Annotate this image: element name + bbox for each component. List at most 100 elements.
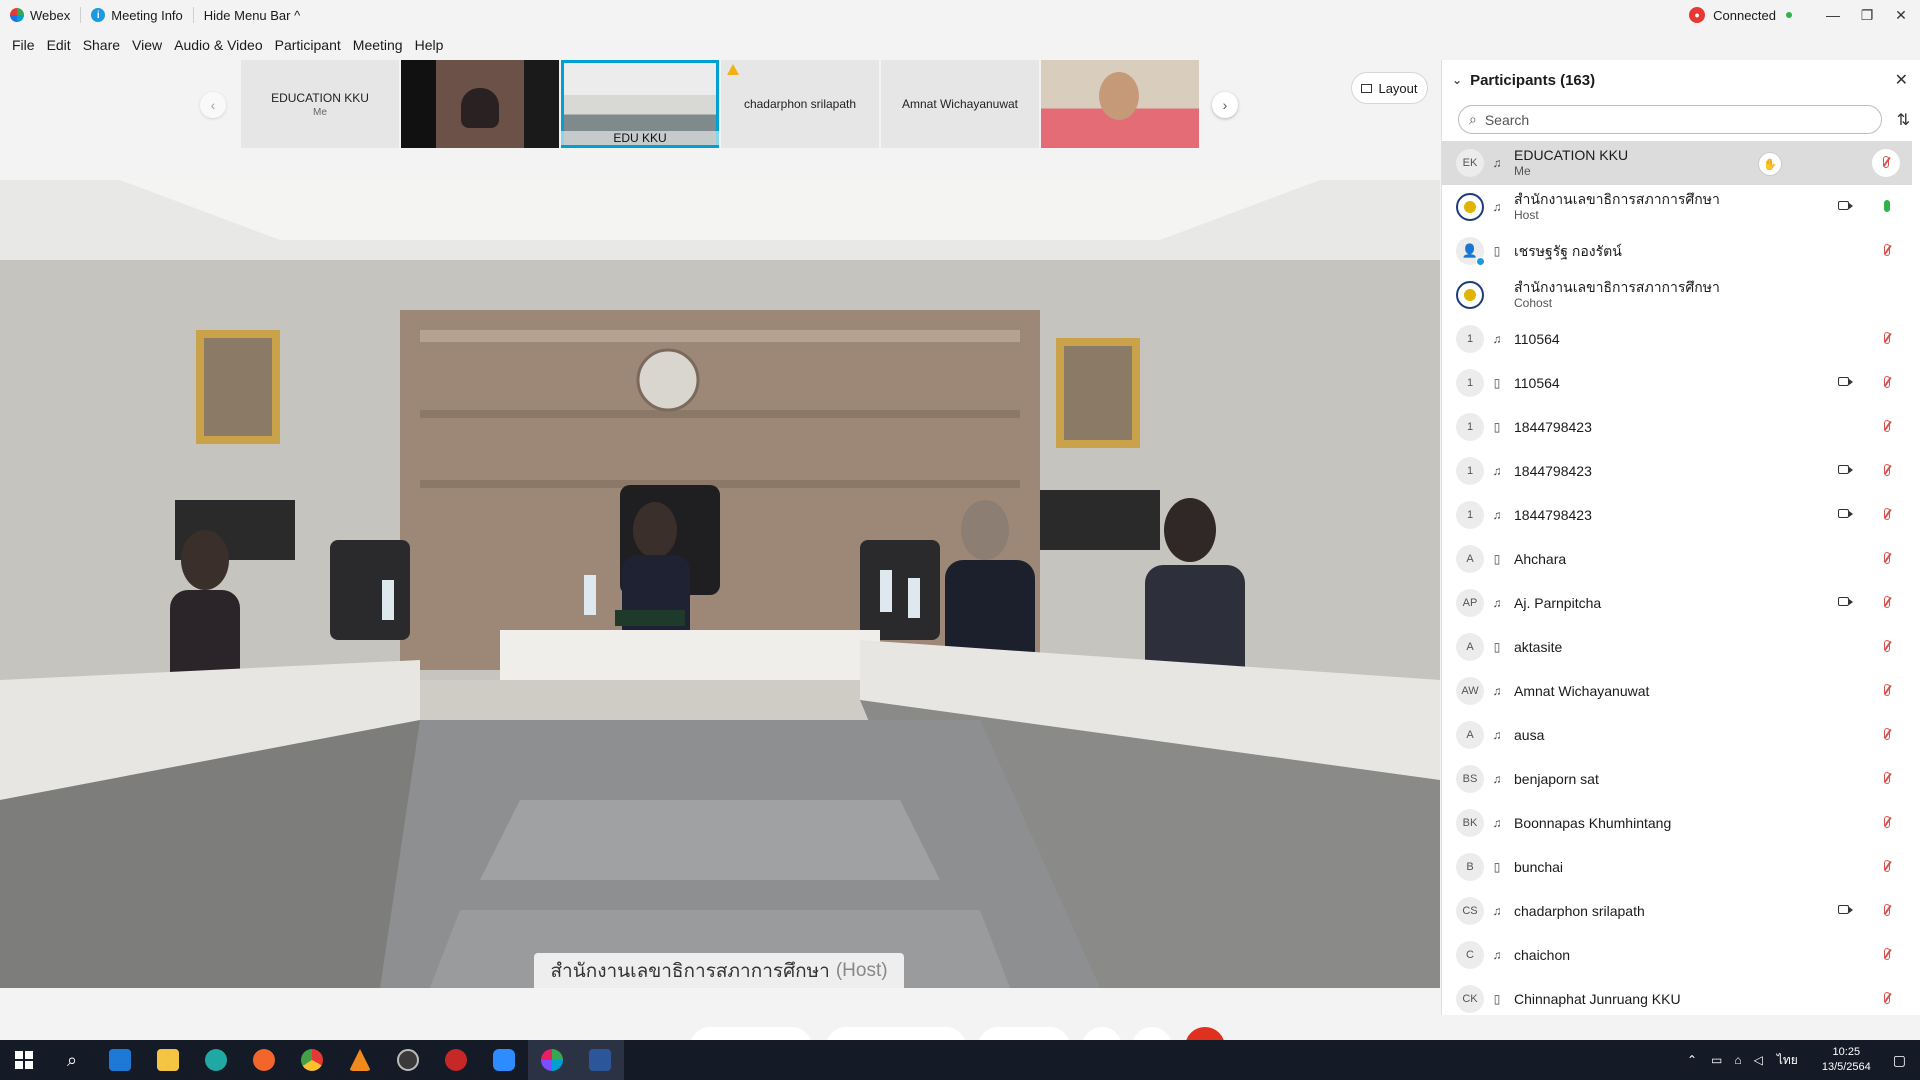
- thumbnail-video[interactable]: [1041, 60, 1199, 148]
- clock[interactable]: 10:25 13/5/2564: [1822, 1045, 1871, 1075]
- microphone-muted-icon[interactable]: [1884, 552, 1890, 564]
- participant-row[interactable]: 1 ♫ 110564: [1442, 317, 1912, 361]
- microphone-muted-icon[interactable]: [1883, 156, 1889, 168]
- thumbnail-video[interactable]: [401, 60, 559, 148]
- menu-meeting[interactable]: Meeting: [347, 37, 409, 53]
- thumbnail-self[interactable]: EDUCATION KKU Me: [241, 60, 399, 148]
- microphone-muted-icon[interactable]: [1884, 772, 1890, 784]
- tray-expand-icon[interactable]: ⌃: [1687, 1053, 1697, 1067]
- microphone-muted-icon[interactable]: [1884, 420, 1890, 432]
- participants-header[interactable]: ⌄ Participants (163): [1442, 60, 1920, 100]
- file-explorer-icon[interactable]: [144, 1040, 192, 1080]
- microphone-on-icon[interactable]: [1884, 200, 1890, 212]
- minimize-icon[interactable]: —: [1818, 0, 1848, 30]
- network-icon[interactable]: ⌂: [1734, 1053, 1741, 1067]
- close-icon[interactable]: ✕: [1886, 0, 1916, 30]
- menu-participant[interactable]: Participant: [269, 37, 347, 53]
- close-panel-icon[interactable]: ✕: [1895, 70, 1908, 90]
- participant-row[interactable]: BS ♫ benjaporn sat: [1442, 757, 1912, 801]
- microphone-muted-icon[interactable]: [1884, 860, 1890, 872]
- thumbnail-name: EDUCATION KKU: [271, 90, 369, 105]
- participant-row[interactable]: ♫ สำนักงานเลขาธิการสภาการศึกษา Host: [1442, 185, 1912, 229]
- participant-row[interactable]: A ▯ Ahchara: [1442, 537, 1912, 581]
- participant-row[interactable]: CK ▯ Chinnaphat Junruang KKU: [1442, 977, 1912, 1015]
- microphone-muted-icon[interactable]: [1884, 904, 1890, 916]
- edge-icon[interactable]: [192, 1040, 240, 1080]
- participant-row[interactable]: A ♫ ausa: [1442, 713, 1912, 757]
- input-language[interactable]: ไทย: [1777, 1051, 1798, 1070]
- volume-icon[interactable]: ◁: [1754, 1053, 1763, 1067]
- hide-menu-bar-button[interactable]: Hide Menu Bar ^: [194, 8, 310, 23]
- initials-avatar: 1: [1456, 457, 1484, 485]
- scroll-right-icon[interactable]: ›: [1212, 92, 1238, 118]
- participant-row[interactable]: 1 ♫ 1844798423: [1442, 493, 1912, 537]
- menu-file[interactable]: File: [6, 37, 41, 53]
- obs-icon[interactable]: [384, 1040, 432, 1080]
- main-video[interactable]: [0, 180, 1440, 988]
- sort-icon[interactable]: ⇅: [1897, 110, 1910, 130]
- participant-row[interactable]: A ▯ aktasite: [1442, 625, 1912, 669]
- participant-search-input[interactable]: ⌕ Search: [1458, 105, 1882, 134]
- title-bar: Webex i Meeting Info Hide Menu Bar ^ ● C…: [0, 0, 1920, 30]
- menu-edit[interactable]: Edit: [41, 37, 77, 53]
- thumbnail-chadarphon[interactable]: chadarphon srilapath: [721, 60, 879, 148]
- thumbnail-amnat[interactable]: Amnat Wichayanuwat: [881, 60, 1039, 148]
- raise-hand-icon[interactable]: ✋: [1758, 152, 1782, 176]
- menu-share[interactable]: Share: [77, 37, 126, 53]
- mail-icon[interactable]: [96, 1040, 144, 1080]
- participant-info: Ahchara: [1514, 551, 1566, 567]
- firefox-icon[interactable]: [240, 1040, 288, 1080]
- participant-row[interactable]: EK ♫ EDUCATION KKU Me ✋: [1442, 141, 1912, 185]
- scroll-left-icon[interactable]: ‹: [200, 92, 226, 118]
- word-icon[interactable]: [576, 1040, 624, 1080]
- participant-row[interactable]: B ▯ bunchai: [1442, 845, 1912, 889]
- connection-icon[interactable]: ●: [1689, 7, 1706, 23]
- participant-row[interactable]: C ♫ chaichon: [1442, 933, 1912, 977]
- notification-icon[interactable]: ▢: [1893, 1052, 1906, 1069]
- microphone-muted-icon[interactable]: [1884, 816, 1890, 828]
- participant-row[interactable]: BK ♫ Boonnapas Khumhintang: [1442, 801, 1912, 845]
- chrome-icon[interactable]: [288, 1040, 336, 1080]
- microphone-muted-icon[interactable]: [1884, 464, 1890, 476]
- start-button[interactable]: [0, 1040, 48, 1080]
- layout-button[interactable]: Layout: [1351, 72, 1428, 104]
- app-red-icon[interactable]: [432, 1040, 480, 1080]
- webex-taskbar-icon[interactable]: [528, 1040, 576, 1080]
- vlc-icon[interactable]: [336, 1040, 384, 1080]
- participant-name: 1844798423: [1514, 463, 1592, 479]
- microphone-muted-icon[interactable]: [1884, 376, 1890, 388]
- participant-row[interactable]: 1 ♫ 1844798423: [1442, 449, 1912, 493]
- microphone-muted-icon[interactable]: [1884, 244, 1890, 256]
- menu-help[interactable]: Help: [409, 37, 450, 53]
- microphone-muted-icon[interactable]: [1884, 332, 1890, 344]
- microphone-muted-icon[interactable]: [1884, 508, 1890, 520]
- battery-icon[interactable]: ▭: [1711, 1053, 1722, 1067]
- computer-audio-icon: ♫: [1492, 684, 1502, 698]
- participant-row[interactable]: 1 ▯ 110564: [1442, 361, 1912, 405]
- participant-row[interactable]: 1 ▯ 1844798423: [1442, 405, 1912, 449]
- microphone-muted-icon[interactable]: [1884, 728, 1890, 740]
- zoom-icon[interactable]: [480, 1040, 528, 1080]
- meeting-info-button[interactable]: i Meeting Info: [81, 8, 193, 23]
- app-menu[interactable]: Webex: [0, 8, 80, 23]
- participant-row[interactable]: สำนักงานเลขาธิการสภาการศึกษา Cohost: [1442, 273, 1912, 317]
- microphone-muted-icon[interactable]: [1884, 684, 1890, 696]
- participant-row[interactable]: AP ♫ Aj. Parnpitcha: [1442, 581, 1912, 625]
- active-speaker-label: สำนักงานเลขาธิการสภาการศึกษา (Host): [534, 953, 904, 989]
- restore-icon[interactable]: ❐: [1852, 0, 1882, 30]
- participant-row[interactable]: AW ♫ Amnat Wichayanuwat: [1442, 669, 1912, 713]
- participant-role: Host: [1514, 208, 1539, 222]
- search-taskbar-icon[interactable]: ⌕: [48, 1040, 96, 1080]
- participant-row[interactable]: 👤 ▯ เชรษฐรัฐ กองรัตน์: [1442, 229, 1912, 273]
- microphone-muted-icon[interactable]: [1884, 948, 1890, 960]
- microphone-muted-icon[interactable]: [1884, 640, 1890, 652]
- participant-role: Me: [1514, 164, 1531, 178]
- menu-view[interactable]: View: [126, 37, 168, 53]
- video-camera-icon: [1838, 377, 1853, 386]
- participant-row[interactable]: CS ♫ chadarphon srilapath: [1442, 889, 1912, 933]
- microphone-muted-icon[interactable]: [1884, 596, 1890, 608]
- menu-audio-video[interactable]: Audio & Video: [168, 37, 268, 53]
- microphone-muted-icon[interactable]: [1884, 992, 1890, 1004]
- thumbnail-edu-kku[interactable]: EDU KKU: [561, 60, 719, 148]
- mute-toggle[interactable]: [1872, 149, 1900, 177]
